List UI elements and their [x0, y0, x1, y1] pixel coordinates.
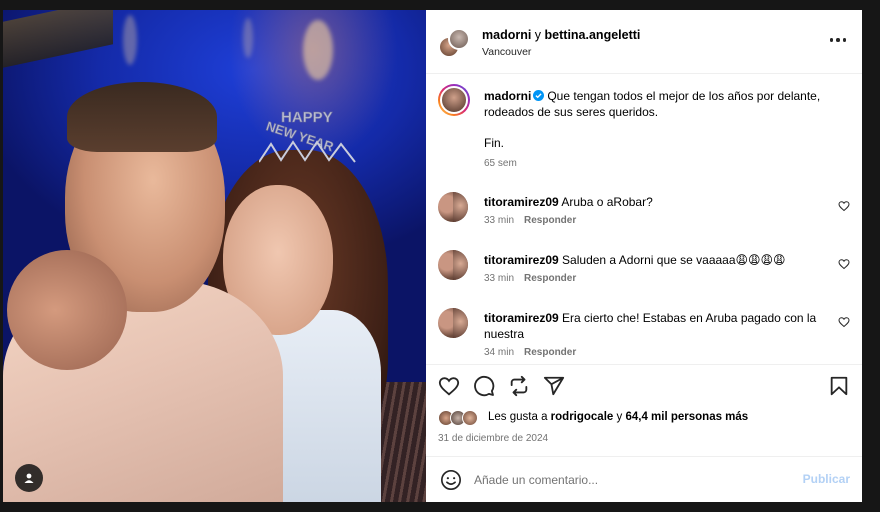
comment-username[interactable]: titoramirez09 — [484, 195, 559, 209]
comment-text: Saluden a Adorni que se vaaaaa😩😩😩😩 — [562, 253, 786, 267]
coauthor-username[interactable]: bettina.angeletti — [545, 28, 641, 42]
comment-item: titoramirez09 Era cierto che! Estabas en… — [438, 308, 858, 358]
likes-connector: y — [616, 411, 623, 423]
reply-button[interactable]: Responder — [524, 347, 576, 358]
heart-icon[interactable] — [838, 200, 850, 212]
post-authors: madorni y bettina.angeletti — [482, 28, 640, 42]
avatar[interactable] — [438, 250, 468, 280]
avatar[interactable] — [438, 84, 470, 116]
author-connector: y — [534, 28, 542, 42]
author-username[interactable]: madorni — [482, 28, 531, 42]
comment-meta: 33 min Responder — [484, 215, 576, 226]
comment-text-block: titoramirez09 Era cierto che! Estabas en… — [484, 310, 824, 342]
caption-text-end: Fin. — [484, 136, 505, 150]
liker-username[interactable]: rodrigocale — [551, 411, 614, 423]
post-location[interactable]: Vancouver — [482, 46, 531, 58]
comment-meta: 34 min Responder — [484, 347, 576, 358]
user-icon — [24, 473, 34, 483]
post-photo[interactable]: HAPPY NEW YEAR — [3, 10, 426, 502]
photo-light-reflection — [303, 20, 333, 80]
likers-avatars — [438, 410, 484, 426]
caption-timestamp[interactable]: 65 sem — [484, 158, 517, 169]
comment-time[interactable]: 33 min — [484, 273, 514, 284]
tiara-text-top: HAPPY — [281, 109, 333, 126]
reply-button[interactable]: Responder — [524, 215, 576, 226]
post-actions — [426, 364, 862, 404]
avatar — [448, 28, 470, 50]
add-comment-bar: Publicar — [426, 456, 862, 502]
more-options-button[interactable] — [828, 32, 848, 48]
likes-prefix: Les gusta a — [488, 411, 548, 423]
post-header: madorni y bettina.angeletti Vancouver — [426, 10, 862, 74]
more-horizontal-icon — [829, 38, 834, 42]
photo-tiara: HAPPY NEW YEAR — [259, 109, 356, 163]
likes-text: Les gusta a rodrigocale y 64,4 mil perso… — [488, 411, 748, 423]
comment-time[interactable]: 34 min — [484, 347, 514, 358]
photo-boat — [3, 10, 113, 68]
repost-icon[interactable] — [508, 375, 530, 397]
instagram-post-modal: HAPPY NEW YEAR madorni y bettina.angelet… — [0, 0, 880, 512]
heart-icon[interactable] — [838, 258, 850, 270]
collab-avatars[interactable] — [438, 28, 470, 58]
photo-light-reflection — [123, 15, 137, 65]
comment-text-block: titoramirez09 Aruba o aRobar? — [484, 194, 824, 210]
likes-count[interactable]: 64,4 mil personas más — [625, 411, 748, 423]
avatar[interactable] — [438, 308, 468, 338]
comment-meta: 33 min Responder — [484, 273, 576, 284]
avatar — [462, 410, 478, 426]
photo-man-hair — [67, 82, 217, 152]
comment-item: titoramirez09 Aruba o aRobar? 33 min Resp… — [438, 192, 858, 242]
avatar[interactable] — [438, 192, 468, 222]
post-date[interactable]: 31 de diciembre de 2024 — [438, 433, 548, 444]
caption-text-block: madorni Que tengan todos el mejor de los … — [484, 88, 844, 120]
photo-arm — [7, 250, 127, 370]
comment-time[interactable]: 33 min — [484, 215, 514, 226]
heart-icon[interactable] — [838, 316, 850, 328]
comments-list[interactable]: madorni Que tengan todos el mejor de los … — [426, 74, 862, 364]
heart-icon[interactable] — [438, 375, 460, 397]
comment-text-block: titoramirez09 Saluden a Adorni que se va… — [484, 252, 824, 268]
comment-text: Aruba o aRobar? — [561, 195, 653, 209]
bookmark-icon[interactable] — [828, 375, 850, 397]
comment-username[interactable]: titoramirez09 — [484, 311, 559, 325]
tagged-users-button[interactable] — [15, 464, 43, 492]
publish-button[interactable]: Publicar — [803, 472, 850, 486]
comment-icon[interactable] — [473, 375, 495, 397]
reply-button[interactable]: Responder — [524, 273, 576, 284]
likes-summary[interactable]: Les gusta a rodrigocale y 64,4 mil perso… — [438, 408, 858, 428]
post-side-panel: madorni y bettina.angeletti Vancouver ma… — [426, 10, 862, 502]
photo-light-reflection — [243, 18, 253, 58]
verified-badge-icon — [533, 90, 545, 101]
send-icon[interactable] — [543, 375, 565, 397]
emoji-icon[interactable] — [440, 469, 462, 491]
comment-username[interactable]: titoramirez09 — [484, 253, 559, 267]
comment-input[interactable] — [474, 470, 774, 490]
caption-username[interactable]: madorni — [484, 89, 531, 103]
comment-item: titoramirez09 Saluden a Adorni que se va… — [438, 250, 858, 300]
